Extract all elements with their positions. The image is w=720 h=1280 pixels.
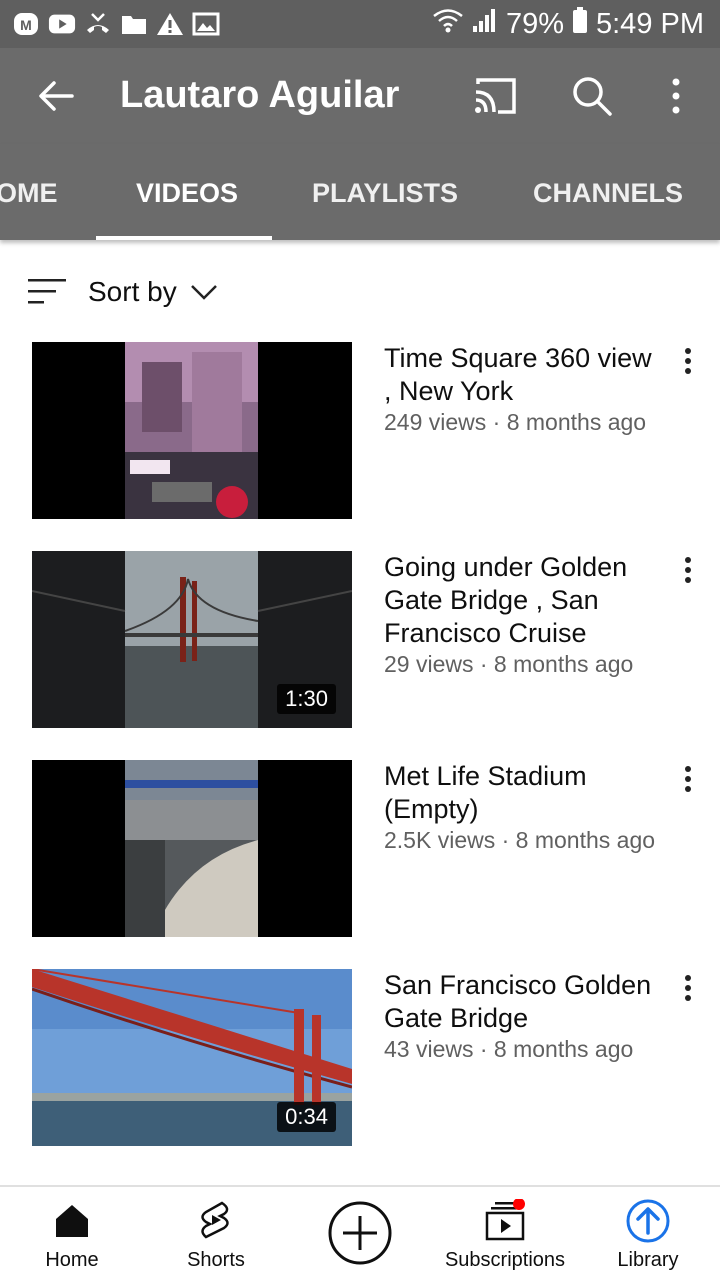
back-arrow-icon[interactable] (34, 74, 78, 118)
video-meta: 29 views · 8 months ago (384, 651, 634, 677)
video-thumbnail[interactable] (32, 342, 352, 519)
home-icon (50, 1199, 94, 1243)
clock: 5:49 PM (596, 7, 704, 40)
more-options-icon[interactable] (660, 74, 692, 118)
video-meta: 2.5K views · 8 months ago (384, 827, 656, 853)
video-thumbnail[interactable]: 1:30 (32, 551, 352, 728)
nav-library[interactable]: Library (608, 1187, 688, 1280)
missed-call-icon (84, 10, 112, 38)
video-item[interactable]: Met Life Stadium (Empty) 2.5K views · 8 … (0, 760, 720, 940)
shorts-icon (194, 1199, 238, 1243)
svg-text:M: M (20, 17, 32, 33)
nav-library-label: Library (617, 1249, 679, 1271)
nav-home[interactable]: Home (36, 1187, 108, 1280)
app-bar: Lautaro Aguilar (0, 48, 720, 144)
video-more-icon[interactable] (676, 973, 700, 1003)
video-title[interactable]: San Francisco Golden Gate Bridge (384, 969, 664, 1035)
nav-shorts[interactable]: Shorts (176, 1187, 256, 1280)
video-meta: 43 views · 8 months ago (384, 1036, 634, 1062)
channel-title: Lautaro Aguilar (120, 74, 400, 116)
video-item[interactable]: Time Square 360 view , New York 249 view… (0, 342, 720, 522)
video-title[interactable]: Going under Golden Gate Bridge , San Fra… (384, 551, 664, 650)
youtube-notification-icon (48, 10, 76, 38)
system-status: 79% 5:49 PM (432, 6, 704, 42)
video-item[interactable]: 1:30 Going under Golden Gate Bridge , Sa… (0, 551, 720, 731)
tab-channels[interactable]: CHANNELS (533, 178, 683, 209)
app-notification-icon: M (12, 10, 40, 38)
library-upload-icon (626, 1199, 670, 1243)
video-thumbnail[interactable]: 0:34 (32, 969, 352, 1146)
video-duration: 0:34 (277, 1102, 336, 1132)
tab-home[interactable]: OME (0, 178, 58, 209)
battery-icon (572, 6, 588, 42)
battery-percent: 79% (505, 7, 564, 40)
subscriptions-icon (483, 1198, 527, 1243)
tab-videos[interactable]: VIDEOS (136, 178, 238, 209)
tab-playlists[interactable]: PLAYLISTS (312, 178, 458, 209)
video-more-icon[interactable] (676, 346, 700, 376)
chevron-down-icon (189, 282, 219, 302)
video-duration: 1:30 (277, 684, 336, 714)
video-more-icon[interactable] (676, 555, 700, 585)
video-title[interactable]: Met Life Stadium (Empty) (384, 760, 664, 826)
video-more-icon[interactable] (676, 764, 700, 794)
nav-home-label: Home (45, 1249, 99, 1271)
bottom-navigation: Home Shorts Subscriptions Library (0, 1185, 720, 1280)
signal-icon (472, 7, 498, 41)
notification-icons: M (12, 10, 220, 38)
video-meta: 249 views · 8 months ago (384, 409, 647, 435)
nav-shorts-label: Shorts (187, 1249, 245, 1271)
sort-control[interactable]: Sort by (28, 270, 219, 314)
video-thumbnail[interactable] (32, 760, 352, 937)
channel-tabs: OME VIDEOS PLAYLISTS CHANNELS (0, 144, 720, 240)
video-item[interactable]: 0:34 San Francisco Golden Gate Bridge 43… (0, 969, 720, 1149)
warning-icon (156, 10, 184, 38)
wifi-icon (432, 7, 464, 41)
cast-icon[interactable] (472, 76, 518, 116)
status-bar: M 79% 5:49 PM (0, 0, 720, 48)
create-button[interactable] (328, 1201, 392, 1265)
nav-subscriptions[interactable]: Subscriptions (440, 1187, 570, 1280)
video-title[interactable]: Time Square 360 view , New York (384, 342, 664, 408)
shorts-badge-icon (304, 469, 330, 499)
search-icon[interactable] (570, 74, 614, 118)
active-tab-indicator (96, 236, 272, 240)
folder-icon (120, 10, 148, 38)
sort-icon (28, 277, 68, 307)
shorts-badge-icon (304, 887, 330, 917)
nav-subscriptions-label: Subscriptions (444, 1249, 566, 1271)
image-icon (192, 10, 220, 38)
sort-label: Sort by (88, 276, 177, 307)
